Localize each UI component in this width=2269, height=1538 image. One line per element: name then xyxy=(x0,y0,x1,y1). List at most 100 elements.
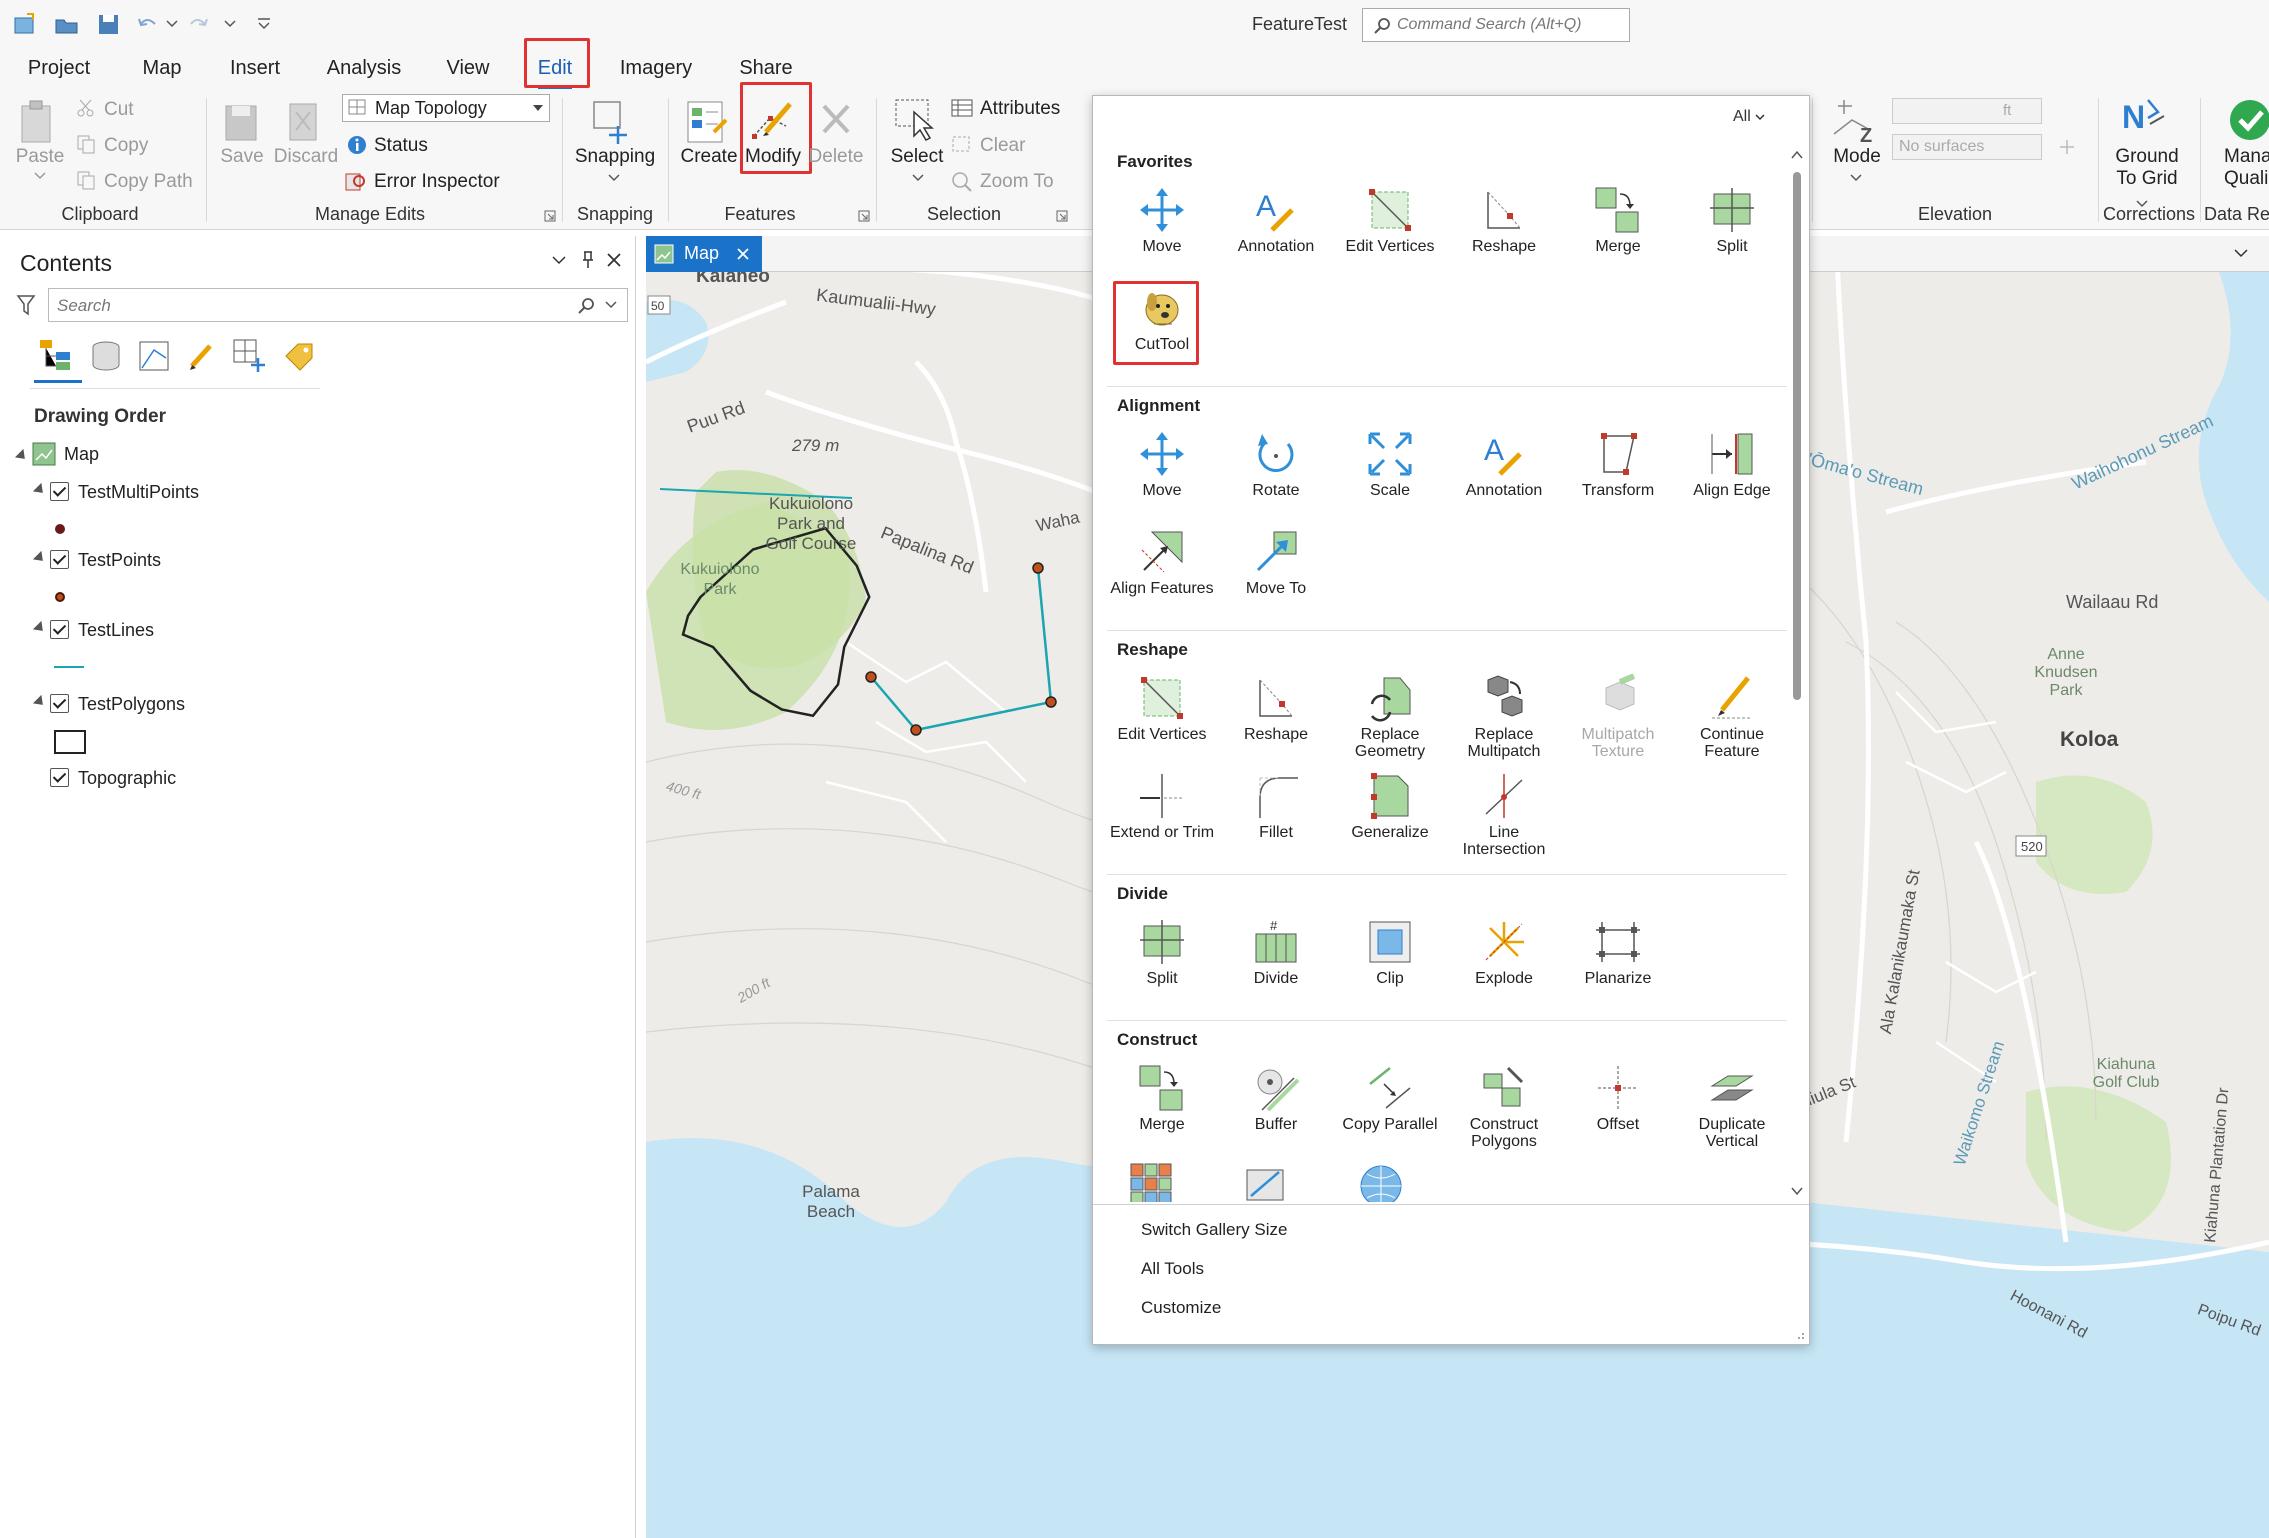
tool-divide-planarize[interactable]: Planarize xyxy=(1561,918,1675,987)
status-button[interactable]: Status xyxy=(374,135,428,157)
open-project-icon[interactable] xyxy=(54,12,80,36)
error-inspector-icon[interactable] xyxy=(344,170,368,192)
snapping-icon[interactable] xyxy=(588,96,638,146)
new-project-icon[interactable] xyxy=(12,12,38,36)
elevation-mode-dropdown-icon[interactable] xyxy=(1850,174,1862,182)
switch-gallery-size-menu-item[interactable]: Switch Gallery Size xyxy=(1141,1220,1287,1240)
tab-imagery[interactable]: Imagery xyxy=(612,50,700,90)
paste-dropdown-icon[interactable] xyxy=(34,172,46,180)
tool-divide-explode[interactable]: Explode xyxy=(1447,918,1561,987)
layer-map[interactable]: Map xyxy=(64,444,99,465)
select-icon[interactable] xyxy=(892,96,942,146)
layer-testmultipoints[interactable]: TestMultiPoints xyxy=(78,482,199,503)
paste-button[interactable]: Paste xyxy=(10,146,70,168)
elevation-offset-icon[interactable] xyxy=(2056,136,2078,158)
tool-divide-split[interactable]: Split xyxy=(1105,918,1219,987)
tool-alignment-transform[interactable]: Transform xyxy=(1561,430,1675,499)
attributes-button[interactable]: Attributes xyxy=(980,98,1060,120)
tool-favorites-move[interactable]: Move xyxy=(1105,186,1219,255)
testmultipoints-visibility-checkbox[interactable] xyxy=(50,482,69,501)
tool-construct-duplicate-vertical[interactable]: Duplicate Vertical xyxy=(1675,1064,1789,1150)
customize-menu-item[interactable]: Customize xyxy=(1141,1298,1221,1318)
tool-construct-offset[interactable]: Offset xyxy=(1561,1064,1675,1133)
zoom-to-selection-button[interactable]: Zoom To xyxy=(980,171,1054,193)
manage-edits-launcher-icon[interactable] xyxy=(544,210,556,222)
redo-icon[interactable] xyxy=(188,14,210,34)
tool-reshape-generalize[interactable]: Generalize xyxy=(1333,772,1447,841)
tool-reshape-continue-feature[interactable]: Continue Feature xyxy=(1675,674,1789,760)
select-button[interactable]: Select xyxy=(880,146,954,168)
tool-reshape-fillet[interactable]: Fillet xyxy=(1219,772,1333,841)
elevation-mode-button[interactable]: Mode xyxy=(1822,146,1892,168)
resize-grip-icon[interactable] xyxy=(1793,1328,1805,1340)
manage-quality-icon[interactable] xyxy=(2220,94,2269,146)
copy-button[interactable]: Copy xyxy=(104,135,148,157)
tool-reshape-reshape[interactable]: Reshape xyxy=(1219,674,1333,743)
testpoints-visibility-checkbox[interactable] xyxy=(50,550,69,569)
layer-testlines[interactable]: TestLines xyxy=(78,620,154,641)
globe-tool-icon[interactable] xyxy=(1357,1162,1405,1202)
list-by-labeling-icon[interactable] xyxy=(282,340,316,372)
cut-button[interactable]: Cut xyxy=(104,99,134,121)
delete-features-icon[interactable] xyxy=(820,102,852,136)
tab-list-icon[interactable] xyxy=(2234,249,2248,259)
tool-favorites-split[interactable]: Split xyxy=(1675,186,1789,255)
transfer-tool-icon[interactable] xyxy=(1243,1162,1291,1202)
cut-icon[interactable] xyxy=(76,98,96,118)
attributes-icon[interactable] xyxy=(950,98,974,118)
tool-construct-buffer[interactable]: Buffer xyxy=(1219,1064,1333,1133)
gallery-filter-dropdown[interactable]: All xyxy=(1733,108,1765,126)
tool-reshape-edit-vertices[interactable]: Edit Vertices xyxy=(1105,674,1219,743)
save-project-icon[interactable] xyxy=(96,12,122,36)
layer-testpolygons[interactable]: TestPolygons xyxy=(78,694,185,715)
filter-icon[interactable] xyxy=(16,294,36,316)
grid-tool-icon[interactable] xyxy=(1129,1162,1177,1202)
select-dropdown-icon[interactable] xyxy=(912,174,924,182)
tool-reshape-replace-multipatch[interactable]: Replace Multipatch xyxy=(1447,674,1561,760)
tool-alignment-rotate[interactable]: Rotate xyxy=(1219,430,1333,499)
snapping-button[interactable]: Snapping xyxy=(570,146,660,168)
tool-favorites-merge[interactable]: Merge xyxy=(1561,186,1675,255)
collapse-testmultipoints-caret[interactable] xyxy=(32,482,48,498)
copy-path-button[interactable]: Copy Path xyxy=(104,171,193,193)
topology-select[interactable]: Map Topology xyxy=(342,94,550,122)
error-inspector-button[interactable]: Error Inspector xyxy=(374,171,500,193)
tab-map[interactable]: Map xyxy=(134,50,190,90)
copy-path-icon[interactable] xyxy=(76,170,96,190)
create-features-icon[interactable] xyxy=(684,98,732,146)
copy-icon[interactable] xyxy=(76,134,96,154)
tool-alignment-align-features[interactable]: Align Features xyxy=(1105,528,1219,597)
map-view-tab[interactable]: Map xyxy=(646,236,762,272)
all-tools-menu-item[interactable]: All Tools xyxy=(1141,1259,1204,1279)
selection-launcher-icon[interactable] xyxy=(1056,210,1068,222)
list-by-editing-icon[interactable] xyxy=(186,340,218,372)
ground-to-grid-button[interactable]: Ground To Grid xyxy=(2100,146,2194,190)
customize-quick-access-icon[interactable] xyxy=(256,18,272,30)
tool-construct-copy-parallel[interactable]: Copy Parallel xyxy=(1333,1064,1447,1133)
layer-testpoints[interactable]: TestPoints xyxy=(78,550,161,571)
tool-alignment-annotation[interactable]: A Annotation xyxy=(1447,430,1561,499)
tab-view[interactable]: View xyxy=(440,50,496,90)
tab-analysis[interactable]: Analysis xyxy=(322,50,406,90)
tool-favorites-edit-vertices[interactable]: Edit Vertices xyxy=(1333,186,1447,255)
create-features-button[interactable]: Create xyxy=(676,146,742,168)
undo-icon[interactable] xyxy=(136,14,158,34)
redo-dropdown-icon[interactable] xyxy=(224,20,236,28)
elevation-value-input[interactable]: ft xyxy=(1892,98,2042,124)
undo-dropdown-icon[interactable] xyxy=(166,20,178,28)
collapse-map-caret[interactable] xyxy=(14,448,30,464)
pin-icon[interactable] xyxy=(580,250,596,270)
paste-icon[interactable] xyxy=(18,98,58,146)
tool-alignment-align-edge[interactable]: Align Edge xyxy=(1675,430,1789,499)
testpolygons-visibility-checkbox[interactable] xyxy=(50,694,69,713)
list-by-snapping-icon[interactable] xyxy=(232,338,268,374)
collapse-testpolygons-caret[interactable] xyxy=(32,694,48,710)
collapse-testpoints-caret[interactable] xyxy=(32,550,48,566)
clear-selection-button[interactable]: Clear xyxy=(980,135,1025,157)
testlines-visibility-checkbox[interactable] xyxy=(50,620,69,639)
close-pane-icon[interactable] xyxy=(606,252,622,268)
tool-reshape-line-intersection[interactable]: Line Intersection xyxy=(1447,772,1561,858)
features-launcher-icon[interactable] xyxy=(858,210,870,222)
tool-alignment-scale[interactable]: Scale xyxy=(1333,430,1447,499)
tool-reshape-extend-or-trim[interactable]: Extend or Trim xyxy=(1105,772,1219,841)
